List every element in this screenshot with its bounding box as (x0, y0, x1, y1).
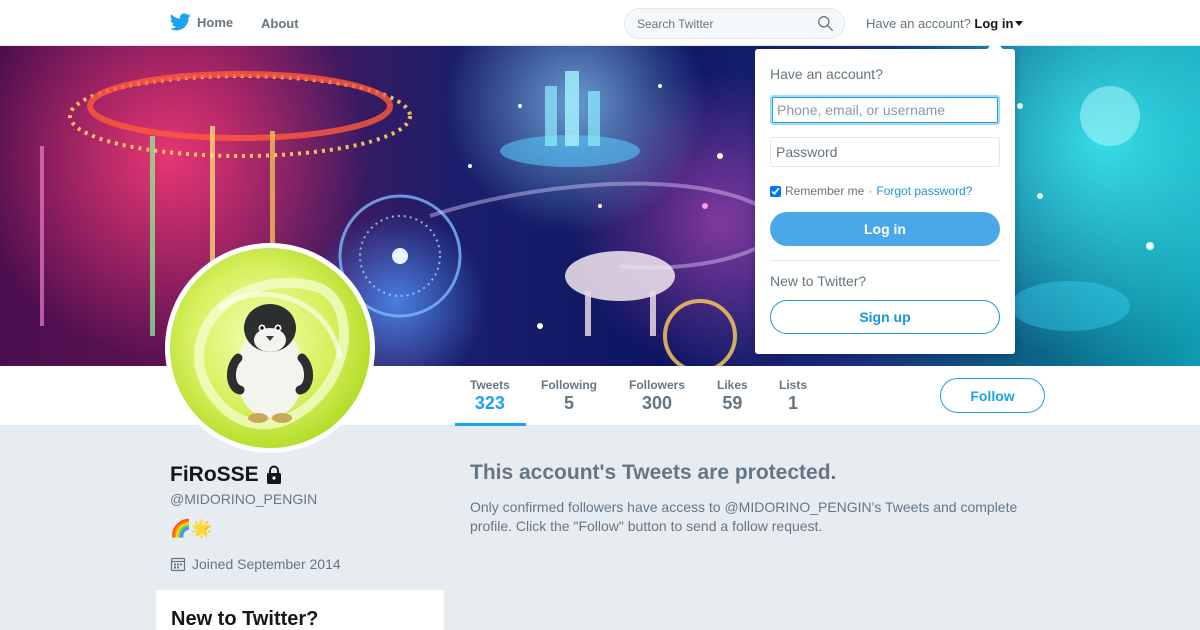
protected-description: Only confirmed followers have access to … (470, 499, 1018, 534)
stat-following[interactable]: Following 5 (541, 378, 597, 414)
top-navigation: Home About Have an account? Log in (0, 0, 1200, 46)
remember-row: Remember me · Forgot password? (770, 184, 972, 198)
caret-down-icon (1015, 21, 1024, 26)
separator-dot: · (868, 184, 873, 198)
login-button[interactable]: Log in (770, 212, 1000, 246)
new-to-twitter-prompt: New to Twitter? (770, 273, 867, 289)
password-field[interactable] (770, 137, 1000, 167)
dropdown-arrow (987, 41, 1003, 49)
joined-text: Joined September 2014 (192, 556, 341, 572)
profile-name-text: FiRoSSE (170, 463, 259, 486)
penguin-avatar-art (194, 277, 349, 430)
calendar-icon (170, 557, 186, 572)
protected-title: This account's Tweets are protected. (470, 461, 837, 484)
remember-me-checkbox[interactable] (770, 185, 781, 197)
stat-label: Likes (717, 378, 748, 392)
signup-button[interactable]: Sign up (770, 300, 1000, 334)
forgot-password-link[interactable]: Forgot password? (876, 184, 972, 198)
stat-label: Lists (779, 378, 808, 392)
stat-value: 1 (788, 393, 799, 413)
twitter-bird-icon (170, 13, 191, 31)
new-to-twitter-card: New to Twitter? (156, 590, 444, 630)
follow-button[interactable]: Follow (940, 378, 1045, 413)
new-to-twitter-title: New to Twitter? (171, 608, 319, 630)
stat-label: Tweets (470, 378, 510, 392)
stat-followers[interactable]: Followers 300 (629, 378, 685, 414)
search-input[interactable] (625, 9, 805, 38)
lock-icon (266, 465, 281, 484)
stat-value: 59 (722, 393, 743, 413)
nav-about-link[interactable]: About (261, 16, 299, 31)
profile-handle[interactable]: @MIDORINO_PENGIN (170, 491, 317, 507)
login-dropdown: Have an account? Remember me · Forgot pa… (755, 41, 1015, 354)
dropdown-divider (770, 260, 1000, 261)
username-field[interactable] (770, 95, 1000, 125)
stat-likes[interactable]: Likes 59 (717, 378, 748, 414)
profile-bio: 🌈🌟 (170, 519, 213, 538)
login-dropdown-toggle[interactable]: Have an account? Log in (866, 16, 1024, 31)
search-box (624, 8, 845, 39)
avatar-image (170, 248, 370, 448)
login-heading: Have an account? (770, 66, 883, 82)
nav-home-link[interactable]: Home (170, 13, 233, 31)
stat-value: 300 (641, 393, 673, 413)
profile-name: FiRoSSE (170, 463, 283, 487)
stat-tweets[interactable]: Tweets 323 (470, 378, 510, 414)
login-toggle-label: Log in (974, 16, 1014, 31)
search-icon[interactable] (817, 15, 834, 32)
nav-home-label: Home (197, 14, 234, 30)
account-prompt: Have an account? (866, 16, 971, 31)
profile-joined: Joined September 2014 (170, 556, 341, 572)
remember-me-label[interactable]: Remember me (785, 184, 864, 198)
stat-label: Following (541, 378, 597, 392)
stat-lists[interactable]: Lists 1 (779, 378, 807, 414)
stat-label: Followers (629, 378, 686, 392)
active-tab-indicator (455, 423, 526, 426)
avatar[interactable] (165, 243, 375, 453)
stat-value: 323 (474, 393, 505, 413)
stat-value: 5 (563, 393, 574, 413)
